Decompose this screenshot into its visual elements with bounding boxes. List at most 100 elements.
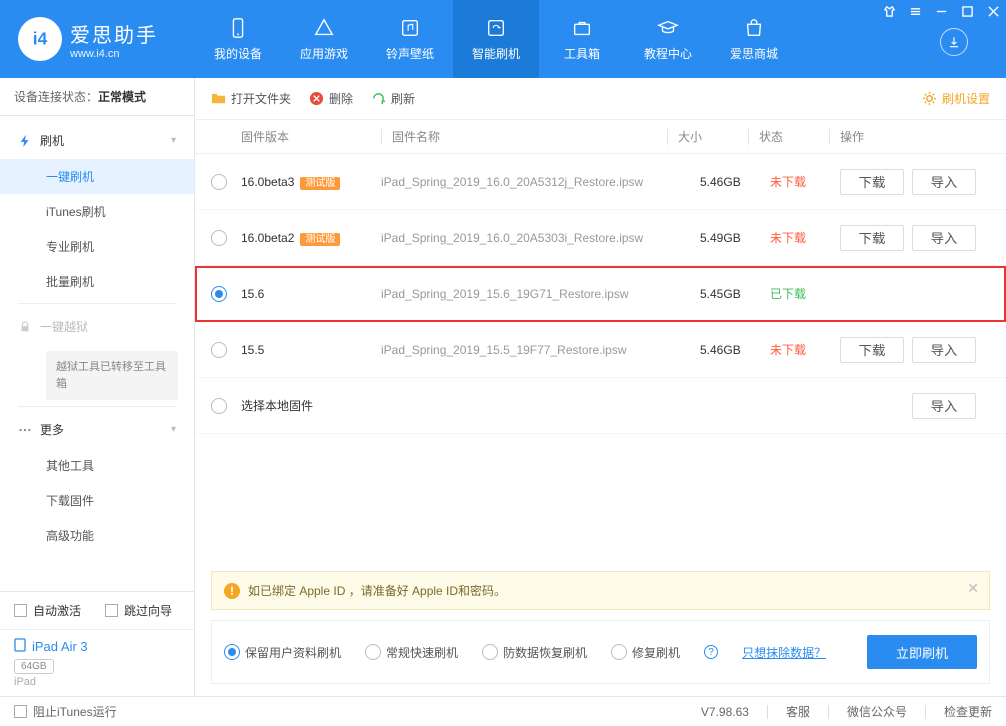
toolbar-label: 打开文件夹 <box>231 90 291 107</box>
row-radio[interactable] <box>211 342 227 358</box>
opt-anti-recover[interactable]: 防数据恢复刷机 <box>482 644 587 661</box>
nav-label: 我的设备 <box>214 45 262 62</box>
table-row-local[interactable]: 选择本地固件导入 <box>195 378 1006 434</box>
import-button[interactable]: 导入 <box>912 337 976 363</box>
sidebar-item-other-tools[interactable]: 其他工具 <box>0 448 194 483</box>
sidebar-jailbreak-head[interactable]: 一键越狱 <box>0 308 194 345</box>
device-name-label: iPad Air 3 <box>32 639 88 654</box>
status-bar: 阻止iTunes运行 V7.98.63 客服 微信公众号 检查更新 <box>0 696 1006 726</box>
nav-label: 智能刷机 <box>472 45 520 62</box>
download-button[interactable]: 下载 <box>840 337 904 363</box>
sidebar-item-batch-flash[interactable]: 批量刷机 <box>0 264 194 299</box>
bag-icon <box>743 17 765 39</box>
download-indicator-icon[interactable] <box>940 28 968 56</box>
firmware-name: iPad_Spring_2019_15.5_19F77_Restore.ipsw <box>381 343 700 357</box>
row-radio[interactable] <box>211 174 227 190</box>
nav-store[interactable]: 爱思商城 <box>711 0 797 78</box>
opt-label: 修复刷机 <box>632 644 680 661</box>
nav-toolbox[interactable]: 工具箱 <box>539 0 625 78</box>
wechat-link[interactable]: 微信公众号 <box>847 703 907 720</box>
beta-badge: 测试版 <box>300 233 340 246</box>
th-ops: 操作 <box>840 128 990 145</box>
toolbar-label: 刷机设置 <box>942 90 990 107</box>
erase-data-link[interactable]: 只想抹除数据？ <box>742 644 826 661</box>
sidebar-item-pro-flash[interactable]: 专业刷机 <box>0 229 194 264</box>
open-folder-button[interactable]: 打开文件夹 <box>211 90 291 107</box>
sidebar-item-itunes-flash[interactable]: iTunes刷机 <box>0 194 194 229</box>
flash-settings-button[interactable]: 刷机设置 <box>922 90 990 107</box>
table-row[interactable]: 15.5 iPad_Spring_2019_15.5_19F77_Restore.… <box>195 322 1006 378</box>
close-icon[interactable]: ✕ <box>967 580 979 597</box>
device-type-label: iPad <box>14 676 180 688</box>
skin-button[interactable] <box>876 0 902 22</box>
auto-options-row: 自动激活 跳过向导 <box>0 592 194 629</box>
help-icon[interactable]: ? <box>704 645 718 659</box>
nav-label: 爱思商城 <box>730 45 778 62</box>
row-radio[interactable] <box>211 230 227 246</box>
table-row[interactable]: 16.0beta3测试版iPad_Spring_2019_16.0_20A531… <box>195 154 1006 210</box>
lock-icon <box>18 320 32 334</box>
logo-area: i4 爱思助手 www.i4.cn <box>0 17 195 61</box>
import-button[interactable]: 导入 <box>912 169 976 195</box>
minimize-button[interactable] <box>928 0 954 22</box>
import-button[interactable]: 导入 <box>912 225 976 251</box>
block-itunes-checkbox[interactable] <box>14 705 27 718</box>
toolbox-icon <box>571 17 593 39</box>
auto-activate-checkbox[interactable] <box>14 604 27 617</box>
flash-icon <box>18 134 32 148</box>
maximize-button[interactable] <box>954 0 980 22</box>
nav-flash[interactable]: 智能刷机 <box>453 0 539 78</box>
version-label: 16.0beta3 <box>241 175 294 189</box>
device-info[interactable]: iPad Air 3 64GB iPad <box>0 629 194 696</box>
sidebar-more-head[interactable]: 更多 ▾ <box>0 411 194 448</box>
more-icon <box>18 423 32 437</box>
nav-ringtone-wallpaper[interactable]: 铃声壁纸 <box>367 0 453 78</box>
version-label: 15.5 <box>241 343 264 357</box>
sidebar-flash-head[interactable]: 刷机 ▾ <box>0 122 194 159</box>
status-label: 未下载 <box>770 229 840 246</box>
sidebar-item-download-firmware[interactable]: 下载固件 <box>0 483 194 518</box>
nav-label: 教程中心 <box>644 45 692 62</box>
radio-icon <box>482 644 498 660</box>
th-version: 固件版本 <box>241 128 381 145</box>
opt-keep-data[interactable]: 保留用户资料刷机 <box>224 644 341 661</box>
chevron-down-icon: ▾ <box>171 424 176 435</box>
app-name: 爱思助手 <box>70 19 158 48</box>
sidebar-item-advanced[interactable]: 高级功能 <box>0 518 194 553</box>
table-row[interactable]: 15.6iPad_Spring_2019_15.6_19G71_Restore.… <box>195 266 1006 322</box>
delete-button[interactable]: 删除 <box>309 90 353 107</box>
sidebar: 设备连接状态：正常模式 刷机 ▾ 一键刷机 iTunes刷机 专业刷机 批量刷机… <box>0 78 195 696</box>
customer-service-link[interactable]: 客服 <box>786 703 810 720</box>
sidebar-head-label: 一键越狱 <box>40 318 88 335</box>
skip-guide-label: 跳过向导 <box>124 602 172 619</box>
delete-icon <box>309 91 324 106</box>
folder-icon <box>211 91 226 106</box>
sidebar-item-one-click-flash[interactable]: 一键刷机 <box>0 159 194 194</box>
menu-button[interactable] <box>902 0 928 22</box>
nav-tutorial[interactable]: 教程中心 <box>625 0 711 78</box>
row-radio[interactable] <box>211 398 227 414</box>
size-label: 5.46GB <box>700 343 770 357</box>
skip-guide-checkbox[interactable] <box>105 604 118 617</box>
firmware-name: iPad_Spring_2019_15.6_19G71_Restore.ipsw <box>381 287 700 301</box>
refresh-square-icon <box>485 17 507 39</box>
table-row[interactable]: 16.0beta2测试版iPad_Spring_2019_16.0_20A530… <box>195 210 1006 266</box>
opt-fast[interactable]: 常规快速刷机 <box>365 644 458 661</box>
download-button[interactable]: 下载 <box>840 169 904 195</box>
nav-label: 应用游戏 <box>300 45 348 62</box>
check-update-link[interactable]: 检查更新 <box>944 703 992 720</box>
import-button[interactable]: 导入 <box>912 393 976 419</box>
beta-badge: 测试版 <box>300 177 340 190</box>
separator <box>18 303 176 304</box>
status-label: 未下载 <box>770 341 840 358</box>
row-radio[interactable] <box>211 286 227 302</box>
main-nav: 我的设备 应用游戏 铃声壁纸 智能刷机 工具箱 教程中心 爱思商城 <box>195 0 797 78</box>
refresh-button[interactable]: 刷新 <box>371 90 415 107</box>
download-button[interactable]: 下载 <box>840 225 904 251</box>
nav-apps-games[interactable]: 应用游戏 <box>281 0 367 78</box>
nav-my-device[interactable]: 我的设备 <box>195 0 281 78</box>
radio-icon <box>611 644 627 660</box>
opt-repair[interactable]: 修复刷机 <box>611 644 680 661</box>
close-button[interactable] <box>980 0 1006 22</box>
flash-now-button[interactable]: 立即刷机 <box>867 635 977 669</box>
